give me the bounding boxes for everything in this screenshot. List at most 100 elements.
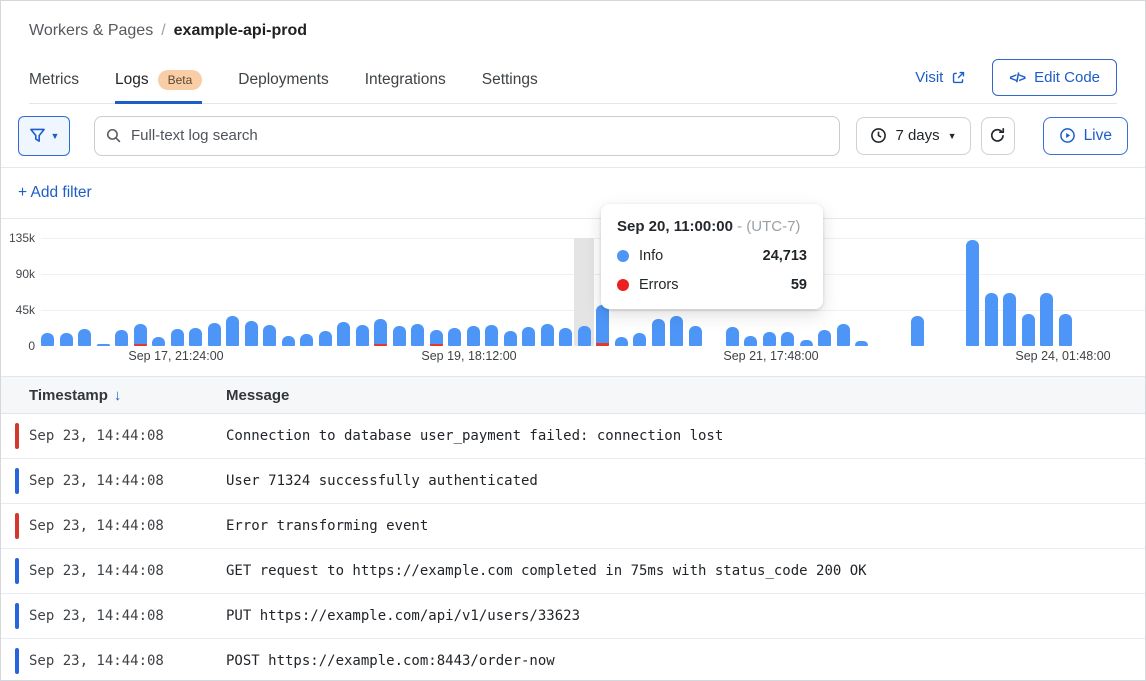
chart-bar[interactable] xyxy=(504,331,517,346)
chart-bar[interactable] xyxy=(467,326,480,346)
x-tick-label: Sep 21, 17:48:00 xyxy=(723,349,818,363)
chart-bar[interactable] xyxy=(818,330,831,346)
chart-bar[interactable] xyxy=(263,325,276,346)
refresh-button[interactable] xyxy=(981,117,1015,155)
chart-bar[interactable] xyxy=(282,336,295,346)
chart-bar-error-segment xyxy=(596,343,609,346)
chart-bar[interactable] xyxy=(1022,314,1035,346)
log-row[interactable]: Sep 23, 14:44:08 PUT https://example.com… xyxy=(1,594,1145,639)
chart-bar[interactable] xyxy=(485,325,498,346)
chart-bar[interactable] xyxy=(319,331,332,346)
x-axis: Sep 17, 21:24:00Sep 19, 18:12:00Sep 21, … xyxy=(41,349,1145,365)
chart-bar[interactable] xyxy=(615,337,628,346)
chart-bar[interactable] xyxy=(652,319,665,346)
chart-bar[interactable] xyxy=(78,329,91,346)
log-message: Error transforming event xyxy=(226,518,1145,534)
chart-bar[interactable] xyxy=(522,327,535,346)
filter-dropdown-button[interactable]: ▼ xyxy=(18,116,70,156)
breadcrumb: Workers & Pages / example-api-prod xyxy=(29,20,1117,42)
chart-bar[interactable] xyxy=(800,340,813,346)
sort-desc-icon[interactable]: ↓ xyxy=(114,387,122,404)
chart-bar[interactable] xyxy=(300,334,313,346)
chart-bar[interactable] xyxy=(356,325,369,346)
column-message: Message xyxy=(226,387,1145,404)
chart-bar[interactable] xyxy=(670,316,683,346)
chart-bar[interactable] xyxy=(1040,293,1053,346)
chart-bar[interactable] xyxy=(97,344,110,346)
tab-integrations[interactable]: Integrations xyxy=(365,56,446,104)
series-value: 59 xyxy=(791,277,807,293)
chart-bar[interactable] xyxy=(781,332,794,346)
chart-bar[interactable] xyxy=(744,336,757,346)
log-table: Timestamp↓ Message Sep 23, 14:44:08 Conn… xyxy=(1,376,1145,681)
external-link-icon xyxy=(951,70,966,85)
chart-bar[interactable] xyxy=(448,328,461,346)
chart-bar[interactable] xyxy=(245,321,258,346)
chart-tooltip: Sep 20, 11:00:00 - (UTC-7) Info 24,713 E… xyxy=(601,204,823,309)
chart-bar[interactable] xyxy=(541,324,554,346)
chart-bar[interactable] xyxy=(578,326,591,346)
chart-bar[interactable] xyxy=(855,341,868,346)
y-tick-label: 135k xyxy=(1,231,35,245)
chart-bar[interactable] xyxy=(911,316,924,346)
severity-indicator xyxy=(15,558,19,584)
tooltip-rows: Info 24,713 Errors 59 xyxy=(617,248,807,293)
log-row[interactable]: Sep 23, 14:44:08 Connection to database … xyxy=(1,414,1145,459)
chart-bar[interactable] xyxy=(115,330,128,346)
tab-settings[interactable]: Settings xyxy=(482,56,538,104)
tab-deployments[interactable]: Deployments xyxy=(238,56,328,104)
chart-bar[interactable] xyxy=(689,326,702,346)
log-timestamp: Sep 23, 14:44:08 xyxy=(1,653,226,669)
tab-list: Metrics Logs Beta Deployments Integratio… xyxy=(29,56,574,104)
tab-label: Metrics xyxy=(29,71,79,89)
series-value: 24,713 xyxy=(763,248,807,264)
chart-bar[interactable] xyxy=(337,322,350,346)
edit-code-button[interactable]: </> Edit Code xyxy=(992,59,1117,96)
chart-bar[interactable] xyxy=(596,305,609,346)
chart-bar[interactable] xyxy=(374,319,387,346)
log-row[interactable]: Sep 23, 14:44:08 Error transforming even… xyxy=(1,504,1145,549)
chart-bar[interactable] xyxy=(966,240,979,346)
chart-bar[interactable] xyxy=(393,326,406,346)
chart-bar[interactable] xyxy=(1059,314,1072,346)
chart-bar[interactable] xyxy=(633,333,646,346)
chart-bar[interactable] xyxy=(171,329,184,346)
breadcrumb-current: example-api-prod xyxy=(174,22,307,40)
severity-indicator xyxy=(15,468,19,494)
chart-bar[interactable] xyxy=(60,333,73,346)
search-input[interactable] xyxy=(94,116,840,156)
tab-logs[interactable]: Logs Beta xyxy=(115,56,202,104)
chart-bar[interactable] xyxy=(152,337,165,346)
chart-bar[interactable] xyxy=(189,328,202,346)
chart-bar[interactable] xyxy=(1003,293,1016,346)
chart-bar[interactable] xyxy=(41,333,54,346)
chart-bar[interactable] xyxy=(837,324,850,346)
chart-bar-error-segment xyxy=(134,344,147,346)
refresh-icon xyxy=(989,127,1006,144)
visit-link[interactable]: Visit xyxy=(915,69,966,86)
chart-bar[interactable] xyxy=(134,324,147,346)
log-timestamp: Sep 23, 14:44:08 xyxy=(1,428,226,444)
chart-bar[interactable] xyxy=(726,327,739,346)
live-button[interactable]: Live xyxy=(1043,117,1128,155)
breadcrumb-section[interactable]: Workers & Pages xyxy=(29,22,153,40)
y-tick-label: 0 xyxy=(1,339,35,353)
table-body: Sep 23, 14:44:08 Connection to database … xyxy=(1,414,1145,681)
code-icon: </> xyxy=(1009,70,1025,85)
chart-bar[interactable] xyxy=(430,330,443,346)
log-row[interactable]: Sep 23, 14:44:08 GET request to https://… xyxy=(1,549,1145,594)
add-filter-button[interactable]: + Add filter xyxy=(18,184,92,202)
chart-bar[interactable] xyxy=(985,293,998,346)
column-timestamp[interactable]: Timestamp↓ xyxy=(1,387,226,404)
chart-bar[interactable] xyxy=(226,316,239,346)
chart-bar[interactable] xyxy=(411,324,424,346)
chart-bar[interactable] xyxy=(763,332,776,346)
chart-bar[interactable] xyxy=(559,328,572,346)
log-row[interactable]: Sep 23, 14:44:08 User 71324 successfully… xyxy=(1,459,1145,504)
chart-bar[interactable] xyxy=(208,323,221,346)
log-row[interactable]: Sep 23, 14:44:08 POST https://example.co… xyxy=(1,639,1145,681)
tab-metrics[interactable]: Metrics xyxy=(29,56,79,104)
x-tick-label: Sep 19, 18:12:00 xyxy=(421,349,516,363)
tab-label: Logs xyxy=(115,71,149,89)
time-range-button[interactable]: 7 days ▼ xyxy=(856,117,970,155)
